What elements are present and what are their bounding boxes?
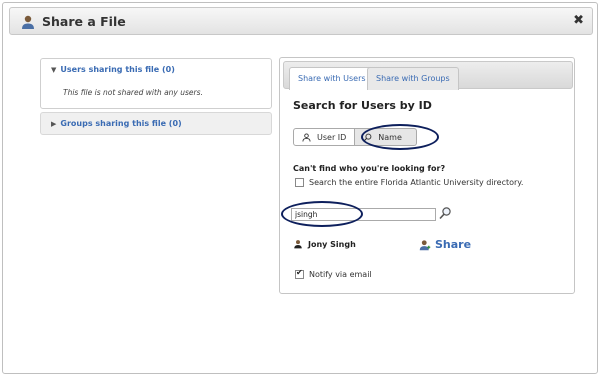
share-label: Share: [435, 238, 472, 251]
tab-share-with-groups[interactable]: Share with Groups: [367, 67, 459, 90]
search-icon: [363, 133, 372, 141]
search-mode-toggle: User ID Name: [293, 128, 417, 146]
caret-down-icon: ▼: [51, 66, 57, 74]
directory-search-option[interactable]: Search the entire Florida Atlantic Unive…: [295, 178, 523, 187]
user-search-input[interactable]: [291, 208, 436, 221]
users-sharing-empty-text: This file is not shared with any users.: [63, 88, 203, 97]
person-icon: [302, 132, 311, 142]
result-user-name: Jony Singh: [308, 239, 356, 249]
directory-checkbox[interactable]: [295, 178, 304, 187]
share-button[interactable]: Share: [419, 238, 471, 251]
users-sharing-label: Users sharing this file (0): [60, 65, 175, 74]
share-user-icon: [419, 239, 431, 250]
cant-find-text: Can't find who you're looking for?: [293, 164, 446, 173]
users-sharing-panel: ▼ Users sharing this file (0) This file i…: [40, 58, 272, 109]
user-icon: [294, 240, 302, 249]
search-button-icon[interactable]: [438, 206, 452, 220]
sharing-accordion: ▼ Users sharing this file (0) This file i…: [40, 58, 272, 135]
name-toggle[interactable]: Name: [355, 128, 417, 146]
close-button[interactable]: ✖: [573, 13, 584, 28]
user-icon: [22, 15, 34, 29]
user-id-label: User ID: [317, 132, 347, 142]
groups-sharing-label: Groups sharing this file (0): [60, 119, 182, 128]
notify-label: Notify via email: [309, 270, 372, 279]
name-label: Name: [378, 132, 402, 142]
search-heading: Search for Users by ID: [293, 99, 432, 112]
search-result-user: Jony Singh: [293, 239, 356, 249]
caret-right-icon: ▶: [51, 120, 57, 128]
user-id-toggle[interactable]: User ID: [293, 128, 356, 146]
users-sharing-header[interactable]: ▼ Users sharing this file (0): [41, 59, 271, 80]
dialog-titlebar: Share a File ✖: [9, 7, 593, 35]
tab-share-with-users[interactable]: Share with Users: [289, 67, 375, 90]
dialog-title: Share a File: [42, 14, 126, 29]
notify-checkbox[interactable]: [295, 268, 304, 279]
groups-sharing-panel: ▶ Groups sharing this file (0): [40, 112, 272, 135]
share-file-dialog: Share a File ✖ ▼ Users sharing this file …: [2, 2, 598, 374]
share-tabs: Share with Users Share with Groups: [283, 61, 573, 90]
notify-email-option[interactable]: Notify via email: [295, 268, 372, 279]
directory-label: Search the entire Florida Atlantic Unive…: [309, 178, 524, 187]
share-panel: Share with Users Share with Groups Searc…: [279, 57, 575, 294]
groups-sharing-header[interactable]: ▶ Groups sharing this file (0): [41, 113, 271, 134]
